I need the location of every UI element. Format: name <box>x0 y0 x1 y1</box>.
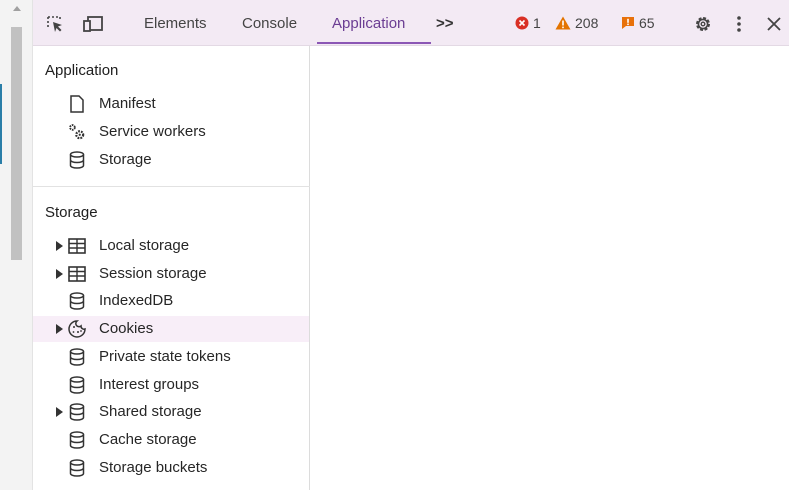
sidebar-item-label: IndexedDB <box>99 292 174 309</box>
sidebar-item-label: Local storage <box>99 237 190 254</box>
application-sidebar: Application Manifest Service workers Sto… <box>33 46 310 490</box>
database-icon <box>67 458 87 478</box>
sidebar-item-label: Service workers <box>99 123 206 140</box>
section-title-storage: Storage <box>45 204 98 221</box>
sidebar-item-indexeddb[interactable]: IndexedDB <box>33 288 309 314</box>
sidebar-item-label: Private state tokens <box>99 348 231 365</box>
section-divider <box>33 186 310 187</box>
sidebar-item-label: Storage <box>99 151 152 168</box>
sidebar-item-label: Manifest <box>99 95 156 112</box>
sidebar-item-storage-buckets[interactable]: Storage buckets <box>33 455 309 481</box>
issue-icon <box>622 17 634 29</box>
sidebar-item-manifest[interactable]: Manifest <box>33 91 309 117</box>
close-icon[interactable] <box>763 13 785 35</box>
table-icon <box>67 264 87 284</box>
page-accent-strip <box>0 84 2 164</box>
sidebar-item-local-storage[interactable]: Local storage <box>33 233 309 259</box>
scrollbar-thumb[interactable] <box>11 27 22 260</box>
issues-counter[interactable]: 65 <box>621 0 655 46</box>
database-icon <box>67 347 87 367</box>
sidebar-item-session-storage[interactable]: Session storage <box>33 261 309 287</box>
section-title-application: Application <box>45 62 119 79</box>
more-tabs-button[interactable]: >> <box>436 0 454 46</box>
sidebar-item-label: Session storage <box>99 265 207 282</box>
sidebar-item-label: Cache storage <box>99 431 197 448</box>
cookie-icon <box>67 319 87 339</box>
tab-elements[interactable]: Elements <box>144 0 207 46</box>
sidebar-item-service-workers[interactable]: Service workers <box>33 119 309 145</box>
database-icon <box>67 402 87 422</box>
page-scrollbar[interactable] <box>0 0 33 490</box>
expand-arrow-icon[interactable] <box>56 241 63 251</box>
tab-console[interactable]: Console <box>242 0 297 46</box>
settings-gear-icon[interactable] <box>692 13 714 35</box>
expand-arrow-icon[interactable] <box>56 324 63 334</box>
more-options-kebab-icon[interactable] <box>728 13 750 35</box>
sidebar-item-cookies[interactable]: Cookies <box>33 316 309 342</box>
sidebar-item-label: Storage buckets <box>99 459 208 476</box>
sidebar-item-interest-groups[interactable]: Interest groups <box>33 372 309 398</box>
warnings-counter[interactable]: 208 <box>555 0 598 46</box>
error-icon <box>515 16 529 30</box>
warnings-count: 208 <box>575 15 599 31</box>
scroll-up-arrow-icon[interactable] <box>13 6 21 11</box>
sidebar-item-private-state-tokens[interactable]: Private state tokens <box>33 344 309 370</box>
sidebar-item-shared-storage[interactable]: Shared storage <box>33 399 309 425</box>
expand-arrow-icon[interactable] <box>56 407 63 417</box>
device-toolbar-icon[interactable] <box>82 13 104 35</box>
expand-arrow-icon[interactable] <box>56 269 63 279</box>
document-icon <box>67 94 87 114</box>
devtools-toolbar: Elements Console Application >> 1 208 65 <box>33 0 789 46</box>
sidebar-item-label: Cookies <box>99 320 154 337</box>
errors-counter[interactable]: 1 <box>515 0 541 46</box>
database-icon <box>67 375 87 395</box>
active-tab-indicator <box>317 42 431 44</box>
sidebar-item-label: Interest groups <box>99 376 200 393</box>
database-icon <box>67 430 87 450</box>
sidebar-item-label: Shared storage <box>99 403 202 420</box>
errors-count: 1 <box>533 15 541 31</box>
sidebar-item-cache-storage[interactable]: Cache storage <box>33 427 309 453</box>
gears-icon <box>67 122 87 142</box>
sidebar-item-storage[interactable]: Storage <box>33 147 309 173</box>
issues-count: 65 <box>639 15 655 31</box>
tab-application[interactable]: Application <box>332 0 405 46</box>
inspect-element-icon[interactable] <box>44 13 66 35</box>
database-icon <box>67 291 87 311</box>
database-icon <box>67 150 87 170</box>
main-content-panel <box>311 46 789 490</box>
table-icon <box>67 236 87 256</box>
warning-icon <box>555 16 571 30</box>
